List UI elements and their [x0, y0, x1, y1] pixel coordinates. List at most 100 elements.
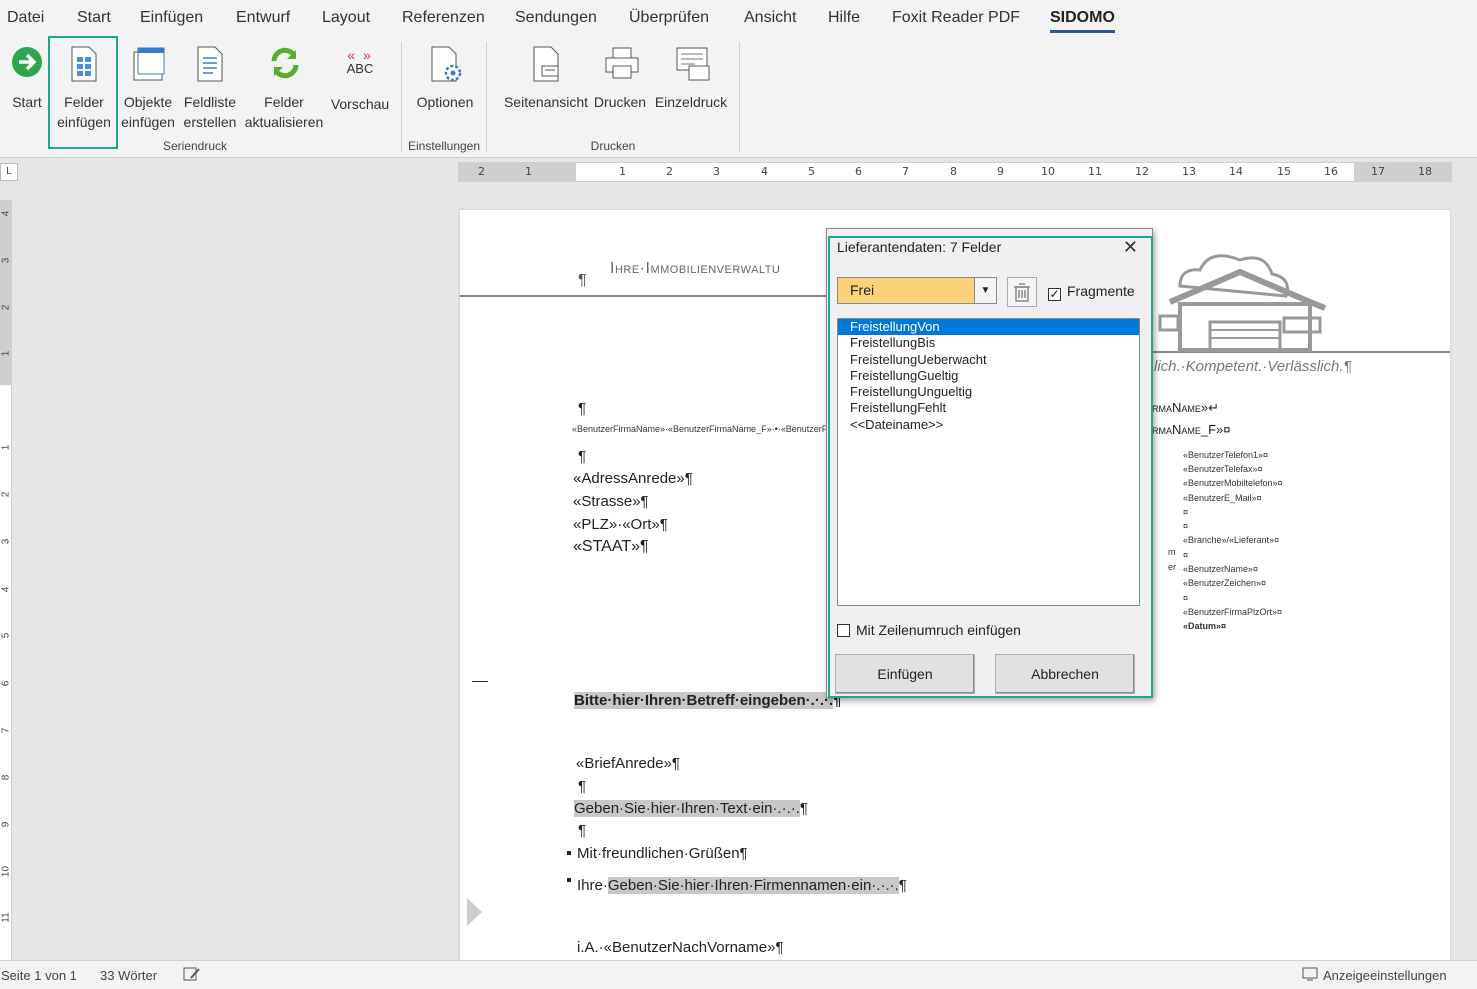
- word-count[interactable]: 33 Wörter: [100, 968, 157, 983]
- list-item[interactable]: FreistellungBis: [838, 335, 1139, 351]
- ruler-number: 2: [478, 165, 485, 178]
- vertical-ruler[interactable]: 4 3 2 1 1 2 3 4 5 6 7 8 9 10 11: [0, 200, 12, 960]
- preview-abc-icon: « » ABC: [346, 47, 374, 76]
- display-settings-button[interactable]: Anzeigeeinstellungen: [1323, 968, 1447, 983]
- ruler-number: 3: [713, 165, 720, 178]
- ruler-number: 4: [761, 165, 768, 178]
- start-button[interactable]: Start: [4, 44, 50, 112]
- page-view-button[interactable]: Seitenansicht: [500, 44, 592, 112]
- field-list-icon: [194, 46, 226, 84]
- field-list[interactable]: FreistellungVon FreistellungBis Freistel…: [837, 318, 1140, 606]
- ruler-number: 9: [997, 165, 1004, 178]
- pilcrow: ¶: [578, 272, 587, 289]
- header-line: [460, 295, 830, 297]
- ruler-number: 3: [0, 257, 12, 264]
- tab-sidomo[interactable]: SIDOMO: [1050, 9, 1115, 33]
- tab-layout[interactable]: Layout: [322, 9, 370, 27]
- firma-name-f-field: rmaName_F»¤: [1152, 422, 1231, 437]
- ruler-margin-left: [458, 163, 576, 181]
- ruler-number: 16: [1324, 165, 1338, 178]
- contact-field: «BenutzerE_Mail»¤: [1183, 493, 1262, 503]
- refresh-fields-button[interactable]: Felder aktualisieren: [241, 44, 327, 132]
- tab-referenzen[interactable]: Referenzen: [402, 9, 485, 27]
- slogan: lich.·Kompetent.·Verlässlich.¶: [1154, 358, 1352, 375]
- category-select[interactable]: Frei ▼: [837, 277, 997, 304]
- tab-ueberpruefen[interactable]: Überprüfen: [629, 9, 709, 27]
- printer-icon: [604, 46, 639, 84]
- tab-hilfe[interactable]: Hilfe: [828, 9, 860, 27]
- page-count[interactable]: Seite 1 von 1: [1, 968, 77, 983]
- ruler-number: 17: [1371, 165, 1385, 178]
- contact-field: «BenutzerTelefon1»¤: [1183, 450, 1269, 460]
- field-list-button[interactable]: Feldliste erstellen: [180, 44, 240, 132]
- category-select-value: Frei: [850, 282, 875, 298]
- chevron-down-icon[interactable]: ▼: [974, 278, 996, 303]
- list-item[interactable]: FreistellungFehlt: [838, 400, 1139, 416]
- field-fragment: m: [1168, 547, 1176, 557]
- tab-datei[interactable]: Datei: [7, 9, 44, 27]
- tab-ansicht[interactable]: Ansicht: [744, 9, 796, 27]
- proofing-icon[interactable]: [183, 966, 201, 985]
- print-button[interactable]: Drucken: [591, 44, 649, 112]
- company-signature-line[interactable]: Ihre·Geben·Sie·hier·Ihren·Firmennamen·ei…: [577, 877, 907, 894]
- ruler-number: 6: [855, 165, 862, 178]
- address-line: «AdressAnrede»¶: [573, 470, 693, 487]
- house-logo-icon: [1150, 246, 1350, 359]
- list-item[interactable]: FreistellungGueltig: [838, 368, 1139, 384]
- contact-field: «BenutzerZeichen»¤: [1183, 578, 1267, 588]
- highlight-frame: [48, 36, 118, 149]
- group-label-drucken: Drucken: [590, 139, 636, 153]
- ruler-number: 1: [525, 165, 532, 178]
- list-item[interactable]: FreistellungVon: [838, 319, 1139, 336]
- ruler-number: 1: [0, 444, 12, 451]
- ruler-number: 9: [0, 821, 12, 828]
- dialog-title: Lieferantendaten: 7 Felder: [837, 239, 1002, 255]
- company-placeholder[interactable]: Geben·Sie·hier·Ihren·Firmennamen·ein·.·.…: [607, 877, 899, 894]
- tab-selector-corner[interactable]: L: [0, 163, 18, 181]
- tab-sendungen[interactable]: Sendungen: [515, 9, 597, 27]
- pilcrow: ¶: [578, 822, 587, 839]
- group-separator: [486, 42, 487, 152]
- text-placeholder[interactable]: Geben·Sie·hier·Ihren·Text·ein·.·.·.: [574, 800, 800, 817]
- fold-mark: [472, 681, 488, 682]
- tab-entwurf[interactable]: Entwurf: [236, 9, 290, 27]
- ruler-number: 5: [808, 165, 815, 178]
- fragmente-checkbox[interactable]: ✓ Fragmente: [1048, 283, 1135, 301]
- insert-objects-button[interactable]: Objekte einfügen: [118, 44, 178, 132]
- insert-button[interactable]: Einfügen: [835, 654, 975, 694]
- ruler-number: 7: [902, 165, 909, 178]
- delete-button[interactable]: [1007, 277, 1037, 307]
- ruler-number: 13: [1182, 165, 1196, 178]
- tab-einfuegen[interactable]: Einfügen: [140, 9, 203, 27]
- ruler-number: 2: [0, 304, 12, 311]
- list-item[interactable]: FreistellungUeberwacht: [838, 352, 1139, 368]
- line-break-checkbox[interactable]: Mit Zeilenumruch einfügen: [837, 622, 1021, 638]
- horizontal-ruler[interactable]: 2 1 1 2 3 4 5 6 7 8 9 10 11 12 13 14 15 …: [458, 162, 1452, 182]
- list-item[interactable]: FreistellungUngueltig: [838, 384, 1139, 400]
- page-view-icon: [530, 46, 562, 84]
- ruler-number: 18: [1418, 165, 1432, 178]
- firma-name-field: rmaName»↵: [1152, 400, 1220, 415]
- tab-start[interactable]: Start: [77, 9, 111, 27]
- single-print-button[interactable]: Einzeldruck: [651, 44, 731, 112]
- cancel-button[interactable]: Abbrechen: [995, 654, 1135, 694]
- date-field: «Datum»¤: [1183, 621, 1227, 631]
- contact-field: «BenutzerMobiltelefon»¤: [1183, 478, 1283, 488]
- contact-field: «BenutzerName»¤: [1183, 564, 1259, 574]
- subject-placeholder[interactable]: Bitte·hier·Ihren·Betreff·eingeben·.·.·.: [574, 692, 834, 709]
- list-item[interactable]: <<Dateiname>>: [838, 417, 1139, 433]
- body-text-line[interactable]: Geben·Sie·hier·Ihren·Text·ein·.·.·.¶: [574, 800, 808, 817]
- close-icon[interactable]: ✕: [1123, 237, 1138, 258]
- signature-line: i.A.·«BenutzerNachVorname»¶: [577, 939, 784, 956]
- subject-line[interactable]: Bitte·hier·Ihren·Betreff·eingeben·.·.·.¶: [574, 692, 842, 709]
- pilcrow: ¶: [578, 400, 587, 417]
- options-button[interactable]: Optionen: [410, 44, 480, 112]
- contact-field: ¤: [1183, 550, 1189, 560]
- preview-button[interactable]: « » ABC Vorschau: [328, 44, 392, 114]
- contact-field: ¤: [1183, 521, 1189, 531]
- checkbox-checked-icon[interactable]: ✓: [1048, 288, 1061, 301]
- checkbox-unchecked-icon[interactable]: [837, 624, 850, 637]
- address-line: «STAAT»¶: [573, 538, 649, 555]
- display-settings-icon[interactable]: [1302, 966, 1320, 985]
- tab-foxit[interactable]: Foxit Reader PDF: [892, 9, 1020, 27]
